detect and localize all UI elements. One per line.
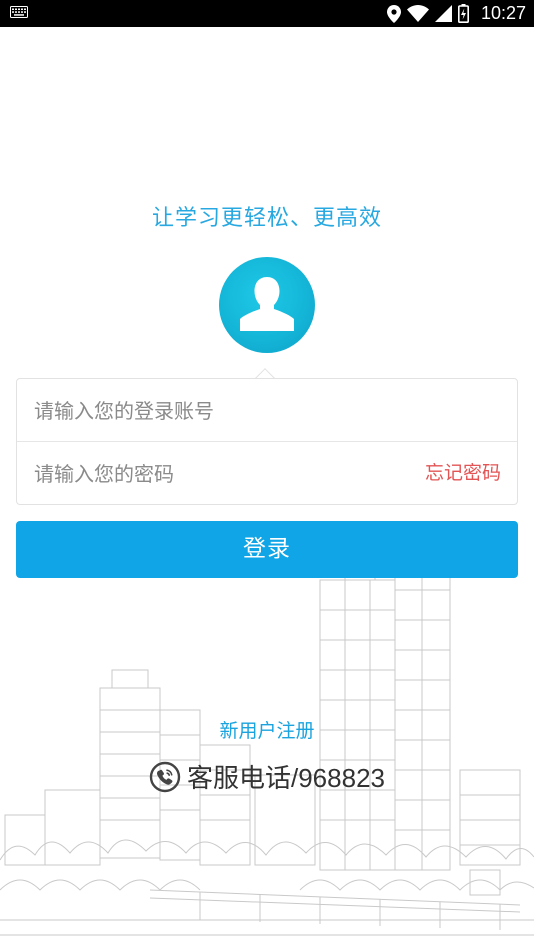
login-form: 忘记密码 <box>16 378 518 505</box>
status-time: 10:27 <box>480 3 526 23</box>
location-icon <box>386 4 401 23</box>
hotline-text: 客服电话/968823 <box>187 763 385 793</box>
wifi-icon <box>406 5 429 22</box>
status-bar: 10:27 <box>0 0 534 27</box>
password-row: 忘记密码 <box>17 442 517 505</box>
user-icon <box>240 277 294 331</box>
account-row <box>17 379 517 442</box>
login-button[interactable]: 登录 <box>16 521 518 578</box>
avatar <box>219 257 315 353</box>
phone-icon <box>149 761 181 792</box>
forgot-password-link[interactable]: 忘记密码 <box>425 442 501 505</box>
slogan: 让学习更轻松、更高效 <box>151 206 382 231</box>
register-link[interactable]: 新用户注册 <box>0 716 534 743</box>
hotline[interactable]: 客服电话/968823 <box>0 758 534 795</box>
signal-icon <box>434 5 452 22</box>
account-input[interactable] <box>34 379 414 442</box>
keyboard-icon <box>10 6 28 18</box>
password-input[interactable] <box>34 442 414 505</box>
city-sketch-background <box>0 560 534 936</box>
battery-icon <box>457 4 469 23</box>
